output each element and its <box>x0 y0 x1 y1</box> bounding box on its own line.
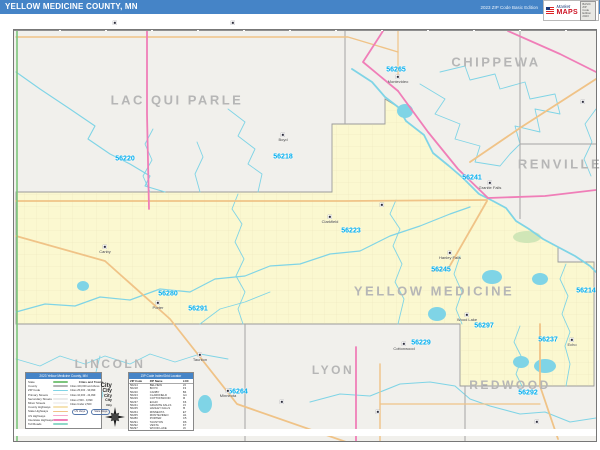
zip-code-label: 56245 <box>431 266 451 274</box>
publisher-logo: Market MAPS BASIC ZIP Code Edition 2023 <box>543 0 599 21</box>
state-park-area <box>513 231 541 243</box>
city-name-label: Taunton <box>192 357 208 362</box>
legend-city-label: Cities 25,000 - 99,999 <box>70 389 96 393</box>
legend-city-label: Cities Under 2,500 <box>70 403 92 407</box>
zip-index-table: ZIP Code Index/Grid Locator ZIP Code ZIP … <box>128 372 194 431</box>
legend-line-sample <box>53 389 68 392</box>
legend-city-sample: City <box>105 398 112 403</box>
zip-code-label: 56218 <box>273 153 293 161</box>
zip-code-label: 56297 <box>474 322 494 330</box>
bottom-margin <box>0 429 600 436</box>
zip-code-label: 56237 <box>538 336 558 344</box>
legend-line-label: Toll Roads <box>28 421 42 426</box>
legend-line-sample <box>53 393 68 396</box>
city-name-label: Montevideo <box>387 79 409 84</box>
logo-edition-box: BASIC ZIP Code Edition 2023 <box>579 0 596 21</box>
edition-label: 2023 ZIP Code Basic Edition <box>480 5 538 10</box>
legend-city-rows: Cities 100,000 and Above City Cities 25,00… <box>70 383 112 407</box>
legend-line-sample <box>53 381 68 383</box>
logo-edition-text: 2023 <box>582 14 589 19</box>
legend-line-row: Toll Roads <box>28 422 68 426</box>
town-dot <box>534 419 540 425</box>
legend-line-sample <box>53 418 68 421</box>
logo-brand-bottom: MAPS <box>556 9 578 17</box>
legend-line-sample <box>53 410 68 413</box>
zip-table-cell: WOOD LAKE <box>149 426 167 431</box>
zip-code-label: 56220 <box>115 155 135 163</box>
city-name-label: Minneota <box>219 393 237 398</box>
county-name-label: LAC QUI PARLE <box>110 92 244 108</box>
legend-city-label: Cities 100,000 and Above <box>70 384 100 388</box>
city-name-label: Hanley Falls <box>438 255 462 260</box>
county-name-label: LYON <box>311 363 355 377</box>
zip-code-label: 56241 <box>462 174 482 182</box>
zip-table-cell: 56297 <box>130 426 138 431</box>
town-dot <box>279 399 285 405</box>
compass-rose-icon <box>105 407 125 432</box>
legend-line-items: State County ZIP Code Primary Streets Second… <box>28 380 68 426</box>
city-name-label: Clarkfield <box>321 219 339 224</box>
legend-line-sample <box>53 398 68 400</box>
legend-city-label: Cities 10,000 - 24,999 <box>70 393 96 397</box>
town-dot <box>379 202 385 208</box>
legend-line-sample <box>53 406 68 409</box>
zip-code-label: 56214 <box>576 287 596 295</box>
zip-code-label: 56291 <box>188 305 208 313</box>
legend-line-sample <box>53 402 68 404</box>
county-name-label: CHIPPEWA <box>451 54 541 70</box>
town-dot <box>112 20 118 26</box>
county-name-label: YELLOW MEDICINE <box>353 283 515 299</box>
highway-shield: US Hwys <box>71 408 89 415</box>
county-name-label: RENVILLE <box>517 156 600 172</box>
city-name-label: Wood Lake <box>456 317 478 322</box>
zip-code-label: 56265 <box>386 66 406 74</box>
title-bar: YELLOW MEDICINE COUNTY, MN 2023 ZIP Code… <box>0 0 600 14</box>
city-name-label: Canby <box>99 249 111 254</box>
zip-code-label: 56223 <box>341 227 361 235</box>
city-name-label: Boyd <box>278 137 288 142</box>
map-legend: 2023 Yellow Medicine County, MN State Cou… <box>25 372 112 429</box>
town-dot <box>580 99 586 105</box>
legend-line-sample <box>53 385 68 388</box>
flag-icon <box>546 7 555 14</box>
city-name-label: Echo <box>567 342 577 347</box>
legend-line-sample <box>53 414 68 417</box>
city-name-label: Granite Falls <box>478 185 502 190</box>
county-name-label: REDWOOD <box>469 378 551 392</box>
legend-line-sample <box>53 423 68 425</box>
zip-table-body: 56214 BELVIEW L5 56218 BOYD F3 56220 CANBY B4 562… <box>129 383 193 431</box>
page-title: YELLOW MEDICINE COUNTY, MN <box>5 2 138 11</box>
city-name-label: Cottonwood <box>393 346 415 351</box>
town-dot <box>375 409 381 415</box>
zip-table-cell: J6 <box>182 426 186 431</box>
zip-code-label: 56280 <box>158 290 178 298</box>
legend-city-label: Cities 2,500 - 9,999 <box>70 398 93 402</box>
zip-table-row: 56297 WOOD LAKE J6 <box>129 426 193 431</box>
zip-code-label: 56292 <box>518 389 538 397</box>
town-dot <box>230 20 236 26</box>
city-name-label: Porter <box>152 305 164 310</box>
county-name-label: LINCOLN <box>74 357 146 371</box>
